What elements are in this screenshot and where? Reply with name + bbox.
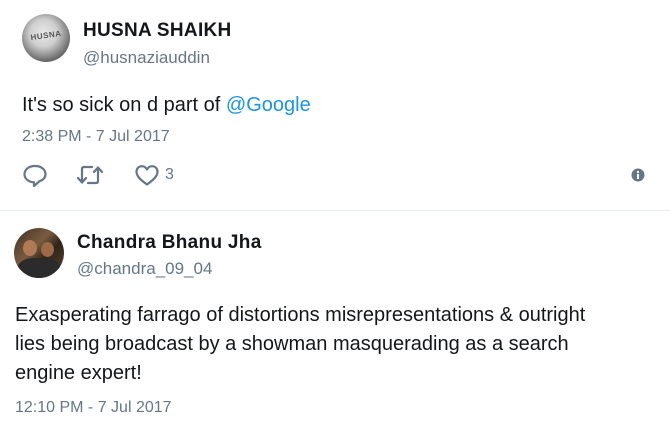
reply-icon: [23, 164, 47, 187]
avatar[interactable]: [14, 228, 64, 278]
reply-button[interactable]: [22, 162, 48, 188]
avatar-face: [41, 242, 54, 257]
mention-link[interactable]: @Google: [226, 94, 311, 116]
like-button[interactable]: 3: [134, 162, 174, 188]
retweet-button[interactable]: [76, 162, 104, 188]
tweet-text-line: Exasperating farrago of distortions misr…: [15, 304, 586, 326]
info-icon[interactable]: [631, 168, 645, 182]
tweet-text: Exasperating farrago of distortions misr…: [15, 301, 655, 388]
author-handle[interactable]: @chandra_09_04: [77, 259, 212, 279]
author-name[interactable]: Chandra Bhanu Jha: [77, 232, 262, 254]
tweet-timestamp[interactable]: 12:10 PM - 7 Jul 2017: [15, 399, 172, 417]
tweet-timestamp[interactable]: 2:38 PM - 7 Jul 2017: [22, 128, 170, 146]
tweet-card[interactable]: HUSNA HUSNA SHAIKH @husnaziauddin It's s…: [0, 0, 670, 210]
avatar-figure: [18, 258, 60, 278]
avatar[interactable]: HUSNA: [22, 14, 70, 62]
retweet-icon: [76, 165, 104, 185]
like-count: 3: [165, 166, 174, 183]
tweet-text-line: engine expert!: [15, 362, 142, 384]
avatar-face: [23, 240, 37, 256]
author-name[interactable]: HUSNA SHAIKH: [83, 20, 232, 42]
avatar-text: HUSNA: [30, 28, 62, 43]
tweet-text: It's so sick on d part of @Google: [22, 91, 311, 120]
author-handle[interactable]: @husnaziauddin: [83, 48, 210, 68]
heart-icon: [135, 165, 159, 186]
tweet-text-line: lies being broadcast by a showman masque…: [15, 333, 569, 355]
tweet-text-body: It's so sick on d part of: [22, 94, 226, 116]
tweet-card[interactable]: Chandra Bhanu Jha @chandra_09_04 Exasper…: [0, 211, 670, 433]
